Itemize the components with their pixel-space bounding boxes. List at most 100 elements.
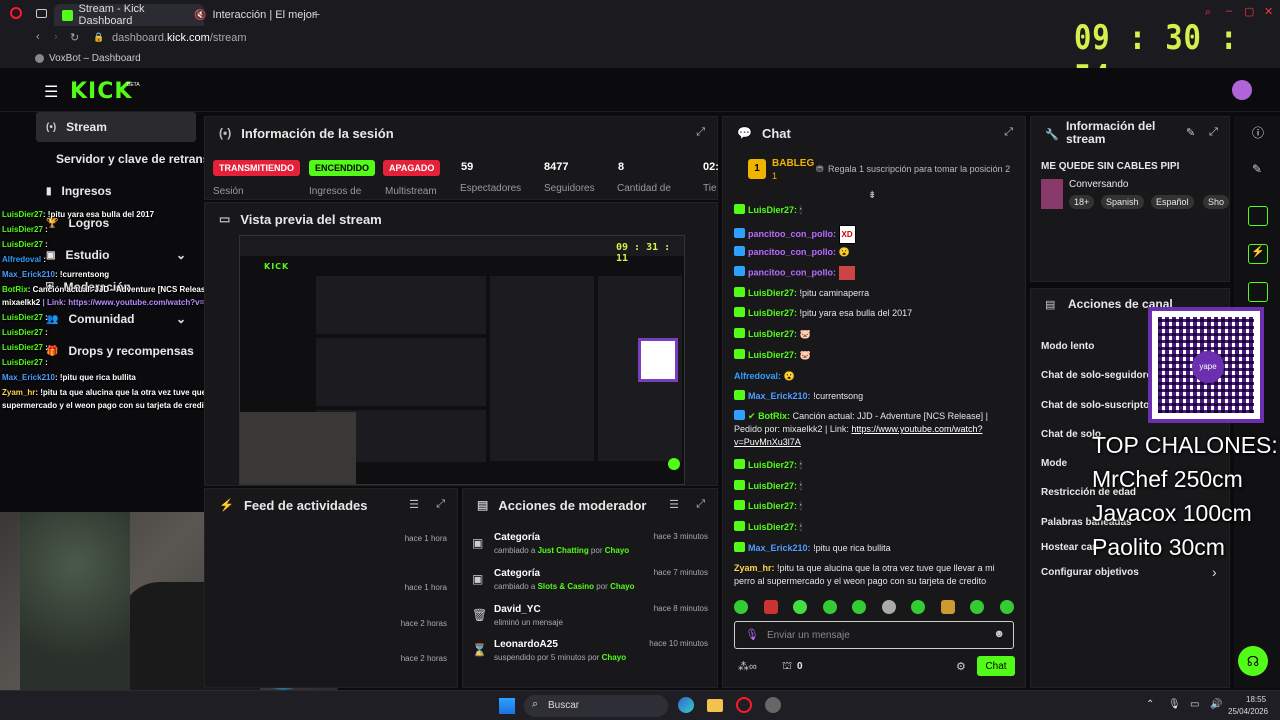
emote-icon[interactable] [763,600,778,614]
close-icon[interactable]: ✕ [1264,5,1273,18]
url-host: dashboard. [112,32,168,44]
chat-username[interactable]: Max_Erick210: [748,391,811,401]
chat-username[interactable]: LuisDier27: [748,308,797,318]
mic-icon[interactable]: 🎙 [745,628,759,641]
channel-action-host[interactable]: Hostear can [1041,542,1098,553]
chat-username[interactable]: pancitoo_con_pollo: [748,267,836,277]
channel-action-mode[interactable]: Mode [1041,458,1067,469]
mod-row[interactable]: ▣ Categoría cambiado a Slots & Casino po… [466,568,716,602]
url-field[interactable]: dashboard.kick.com/stream [112,32,247,44]
filter-icon[interactable]: ☰ [409,498,419,511]
channel-action-slow[interactable]: Modo lento [1041,341,1094,352]
preview-webcam [240,412,356,484]
expand-icon[interactable]: ⤢ [1209,126,1218,139]
channel-action-goals[interactable]: Configurar objetivos [1041,567,1139,578]
chat-username[interactable]: LuisDier27: [748,522,797,532]
expand-icon[interactable]: ⤢ [1004,126,1013,139]
rewards-icon[interactable]: ⁂∞ [738,660,757,673]
xd-emote-icon: XD [838,225,856,244]
sidebar-item-ingresos[interactable]: ▮ Ingresos [36,176,196,206]
feed-time: hace 1 hora [404,534,447,543]
chat-username[interactable]: LuisDier27: [748,460,797,470]
chat-username[interactable]: pancitoo_con_pollo: [748,229,836,239]
emote-icon[interactable] [940,600,955,614]
kick-logo[interactable]: KICK [70,79,132,104]
chat-username[interactable]: Alfredoval: [734,371,781,381]
emote-icon[interactable] [822,600,837,614]
app-icon[interactable] [765,697,781,713]
chat-username[interactable]: LuisDier27: [748,350,797,360]
minimize-icon[interactable]: – [1226,5,1232,17]
mod-row[interactable]: ▣ Categoría cambiado a Just Chatting por… [466,532,716,566]
bookmark-voxbot[interactable]: VoxBot – Dashboard [49,53,141,64]
mod-row[interactable]: 🗑 David_YC eliminó un mensaje hace 8 min… [466,604,716,638]
sidebar-item-stream[interactable]: (•) Stream [36,112,196,142]
chat-username[interactable]: LuisDier27: [748,288,797,298]
pencil-icon[interactable]: ✎ [1252,162,1262,176]
emote-icon[interactable] [970,600,985,614]
emoji-icon[interactable]: ☻ [993,628,1005,640]
mod-row[interactable]: ⌛ LeonardoA25 suspendido por 5 minutos p… [466,639,716,673]
chat-username[interactable]: LuisDier27: [748,481,797,491]
settings-icon[interactable]: ⚙ [956,660,966,673]
opera-gx-icon[interactable] [736,697,752,713]
channel-action-subscribers[interactable]: Chat de solo-suscriptor [1041,400,1153,411]
avatar[interactable] [1232,80,1252,100]
store-icon[interactable]: ⛫ [782,660,792,674]
lightning-icon[interactable]: ⚡ [1248,244,1268,264]
channel-action-followers[interactable]: Chat de solo-seguidore [1041,370,1152,381]
emote-icon[interactable] [911,600,926,614]
chat-username[interactable]: pancitoo_con_pollo: [748,247,836,257]
edge-icon[interactable] [678,697,694,713]
expand-icon[interactable]: ⤢ [696,126,705,139]
send-chat-button[interactable]: Chat [977,656,1015,676]
focus-icon[interactable] [1248,206,1268,226]
folder-icon[interactable] [707,699,723,712]
network-icon[interactable]: ▭ [1190,699,1199,710]
chat-message: LuisDier27: !pitu yara esa bulla del 201… [734,307,1004,320]
subscriber-badge-icon [734,521,745,531]
emote-icon[interactable] [852,600,867,614]
workspace-icon[interactable] [36,9,47,18]
streaminfo-panel: 🔧 Información del stream ✎ ⤢ ME QUEDE SI… [1030,116,1230,282]
taskbar-search[interactable]: ⌕ Buscar [524,695,668,717]
opera-icon[interactable] [10,7,22,19]
forward-icon[interactable]: › [54,31,58,43]
chat-username[interactable]: Zyam_hr: [734,563,775,573]
maximize-icon[interactable]: ▢ [1244,5,1254,18]
chat-username[interactable]: LuisDier27: [748,501,797,511]
chat-username[interactable]: LuisDier27: [748,329,797,339]
emote-icon[interactable] [881,600,896,614]
tab-kick-dashboard[interactable]: Stream - Kick Dashboard [54,3,204,27]
url-domain: kick.com [167,32,210,44]
overlay-user: Zyam_hr [2,388,36,397]
emote-icon: 😮 [783,371,795,381]
reload-icon[interactable]: ↻ [70,31,79,44]
back-icon[interactable]: ‹ [36,31,40,43]
mic-tray-icon[interactable]: 🎙 [1168,699,1181,710]
expand-icon[interactable]: ⤢ [696,498,705,511]
chat-username[interactable]: LuisDier27: [748,205,797,215]
sidebar-item-server-key[interactable]: Servidor y clave de retransn [36,144,217,174]
chat-username[interactable]: BotRix: [758,411,790,421]
scroll-down-icon[interactable]: ⇟ [868,190,876,201]
list-icon[interactable] [1248,282,1268,302]
volume-icon[interactable]: 🔊 [1210,699,1222,710]
edit-icon[interactable]: ✎ [1186,126,1195,139]
windows-start-icon[interactable] [499,698,515,714]
new-tab-icon[interactable]: + [312,6,320,22]
chat-input[interactable]: 🎙 Enviar un mensaje ☻ [734,621,1014,649]
stat-count: 8 [618,161,625,173]
expand-icon[interactable]: ⤢ [436,498,445,511]
chat-username[interactable]: Max_Erick210: [748,543,811,553]
stream-icon: (•) [46,121,57,133]
emote-icon[interactable] [734,600,748,614]
menu-icon[interactable]: ☰ [44,82,58,102]
pinned-gifter[interactable]: 1 BABLEG 1 ⛃ Regala 1 suscripción para t… [734,156,1024,186]
emote-icon[interactable] [793,600,808,614]
tray-chevron-icon[interactable]: ⌃ [1146,699,1154,710]
info-icon[interactable]: ⓘ [1252,124,1264,141]
emote-icon[interactable] [999,600,1014,614]
support-icon[interactable]: ☊ [1238,646,1268,676]
filter-icon[interactable]: ☰ [669,498,679,511]
